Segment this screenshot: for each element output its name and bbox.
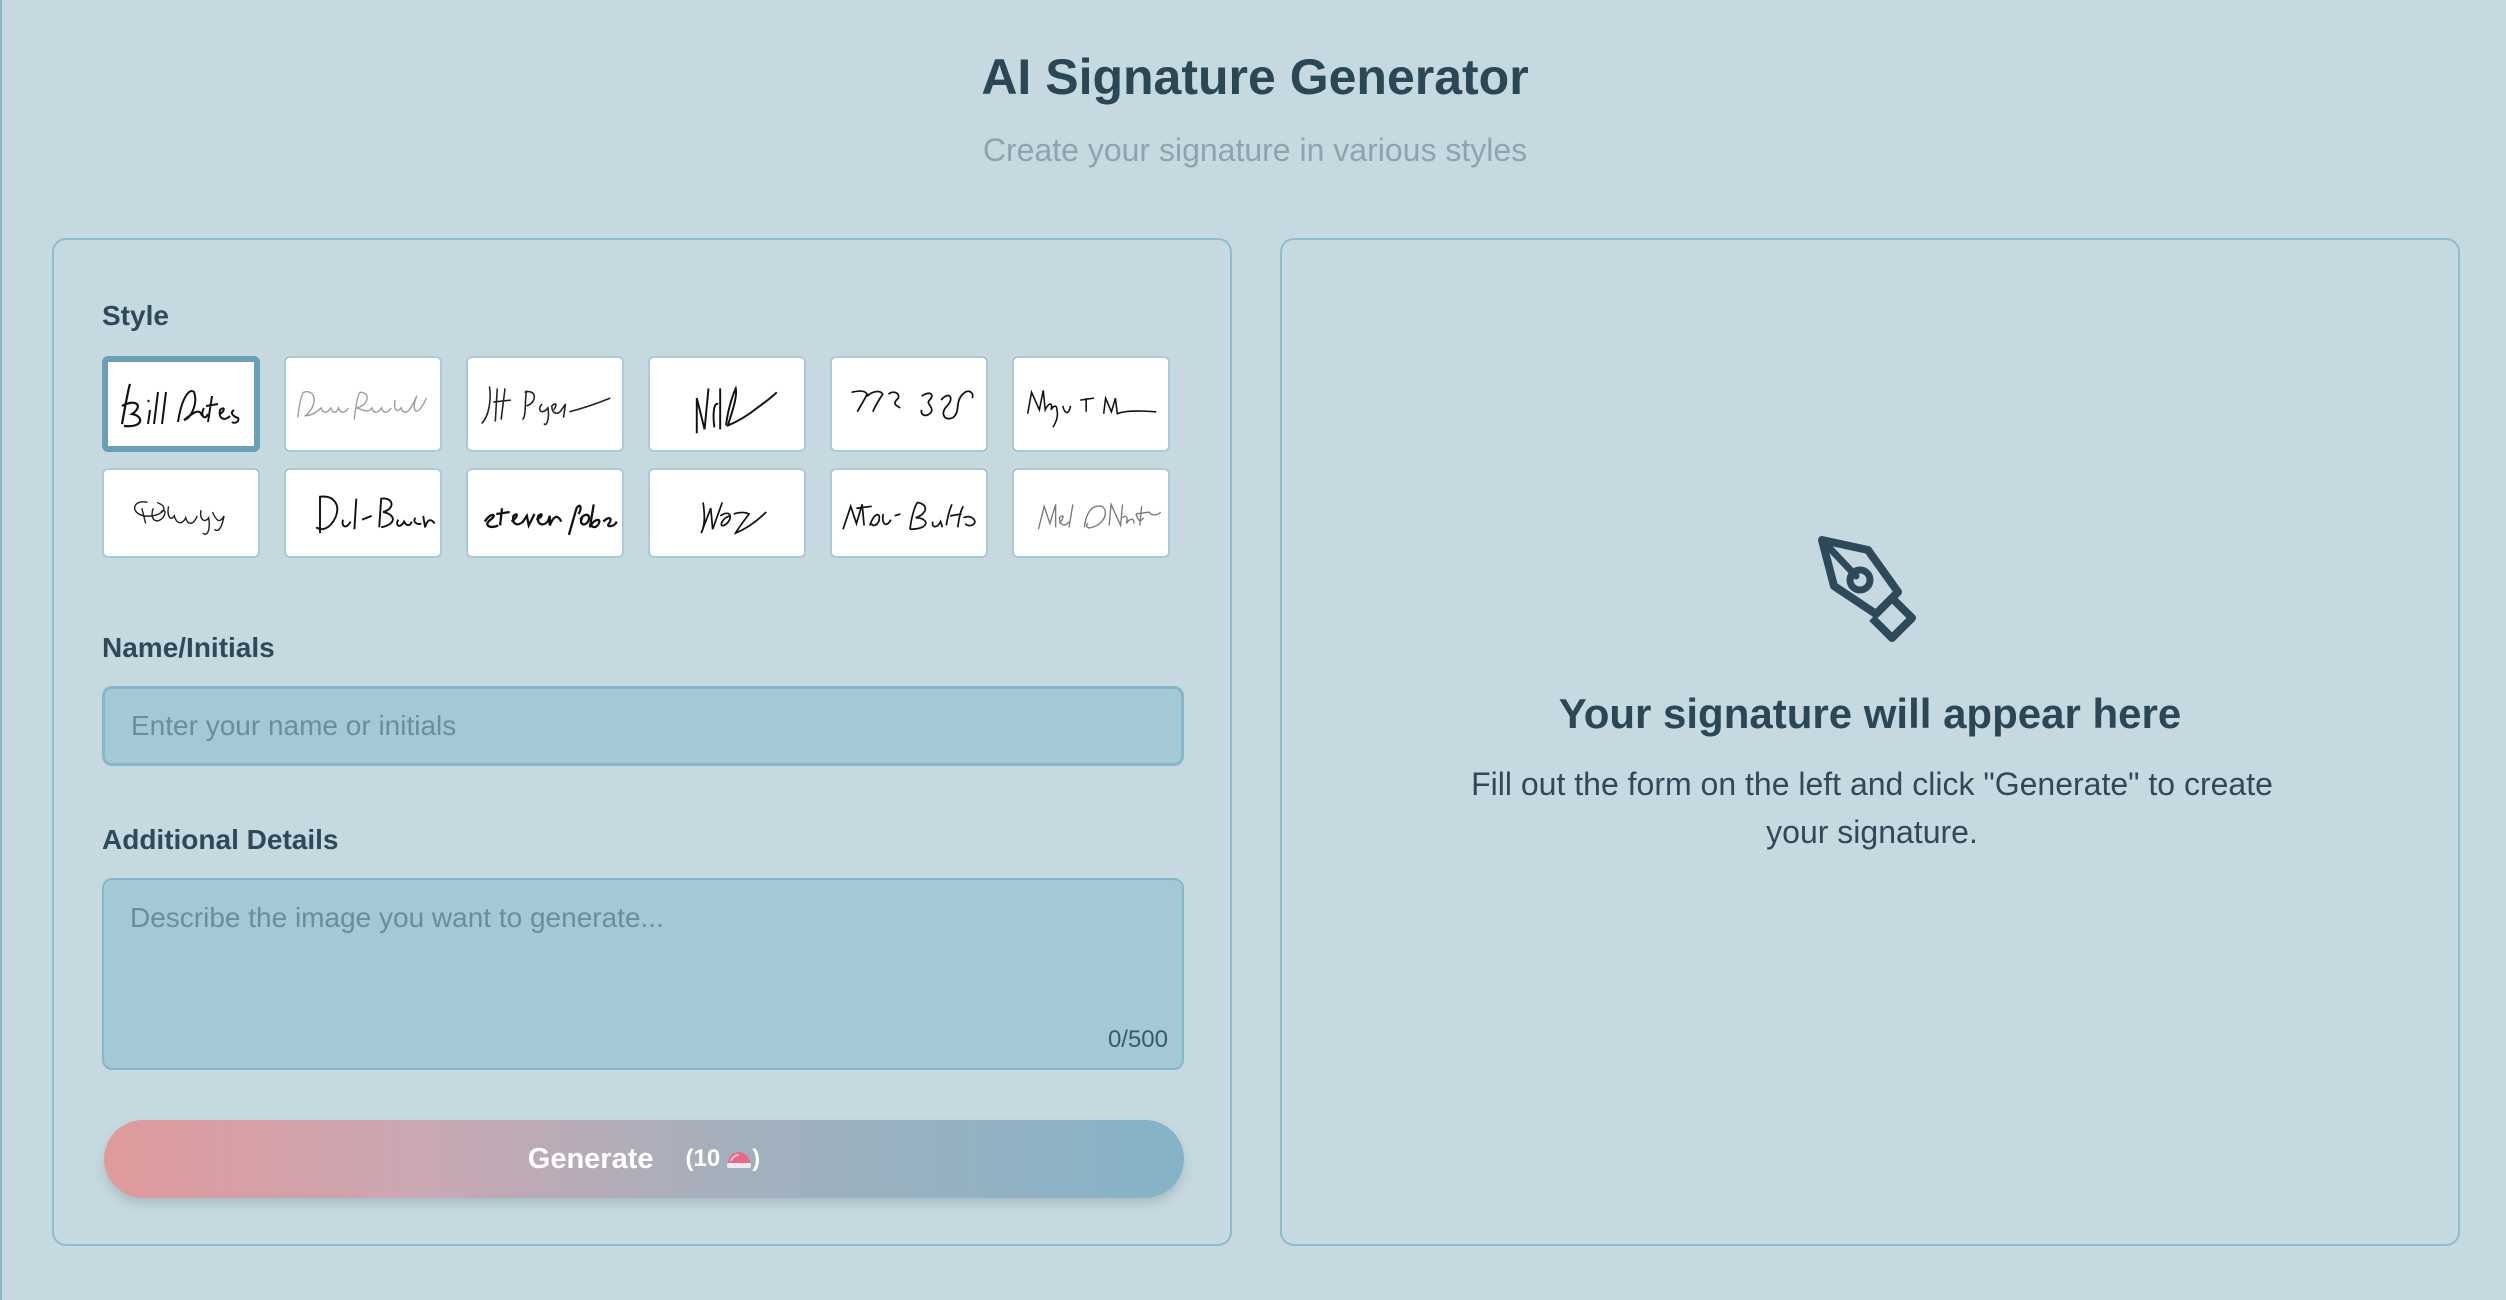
style-option-6[interactable] — [1012, 356, 1170, 452]
gem-icon — [726, 1149, 752, 1169]
signature-preview-panel: Your signature will appear here Fill out… — [1280, 238, 2460, 1246]
signature-sample-5 — [851, 390, 974, 420]
generate-cost-amount: (10 — [685, 1145, 721, 1172]
style-option-11[interactable] — [830, 468, 988, 558]
signature-sample-11 — [842, 501, 976, 531]
pen-nib-icon — [1808, 530, 1938, 660]
generate-label: Generate — [527, 1142, 654, 1175]
signature-sample-1 — [120, 383, 240, 428]
preview-instructions: Fill out the form on the left and click … — [1471, 766, 2273, 850]
generate-cost: (10 ) — [686, 1145, 761, 1173]
style-option-8[interactable] — [284, 468, 442, 558]
style-option-1[interactable] — [102, 356, 260, 452]
preview-title: Your signature will appear here — [1558, 690, 2182, 737]
style-label: Style — [102, 300, 169, 331]
style-option-9[interactable] — [466, 468, 624, 558]
char-counter: 0/500 — [1107, 1026, 1168, 1053]
details-label: Additional Details — [102, 824, 339, 855]
signature-sample-7 — [133, 501, 225, 535]
signature-sample-8 — [315, 495, 436, 534]
style-option-5[interactable] — [830, 356, 988, 452]
style-option-3[interactable] — [466, 356, 624, 452]
signature-form-panel: Style Name/Initials Enter your name or i… — [52, 238, 1232, 1246]
style-option-12[interactable] — [1012, 468, 1170, 558]
style-option-4[interactable] — [648, 356, 806, 452]
style-option-2[interactable] — [284, 356, 442, 452]
name-label: Name/Initials — [102, 632, 275, 663]
generate-button[interactable]: Generate (10 ) — [104, 1120, 1184, 1198]
style-option-7[interactable] — [102, 468, 260, 558]
name-input[interactable] — [102, 686, 1184, 766]
generate-cost-close: ) — [752, 1145, 761, 1172]
details-textarea[interactable] — [102, 878, 1184, 1070]
signature-sample-4 — [695, 385, 778, 434]
signature-sample-10 — [700, 502, 767, 535]
signature-sample-3 — [481, 386, 611, 426]
signature-sample-6 — [1026, 389, 1157, 428]
signature-sample-12 — [1037, 501, 1162, 530]
signature-sample-9 — [483, 504, 618, 536]
page-title: AI Signature Generator — [981, 49, 1529, 105]
style-option-10[interactable] — [648, 468, 806, 558]
signature-sample-2 — [297, 391, 427, 420]
page-subtitle: Create your signature in various styles — [982, 132, 1528, 168]
